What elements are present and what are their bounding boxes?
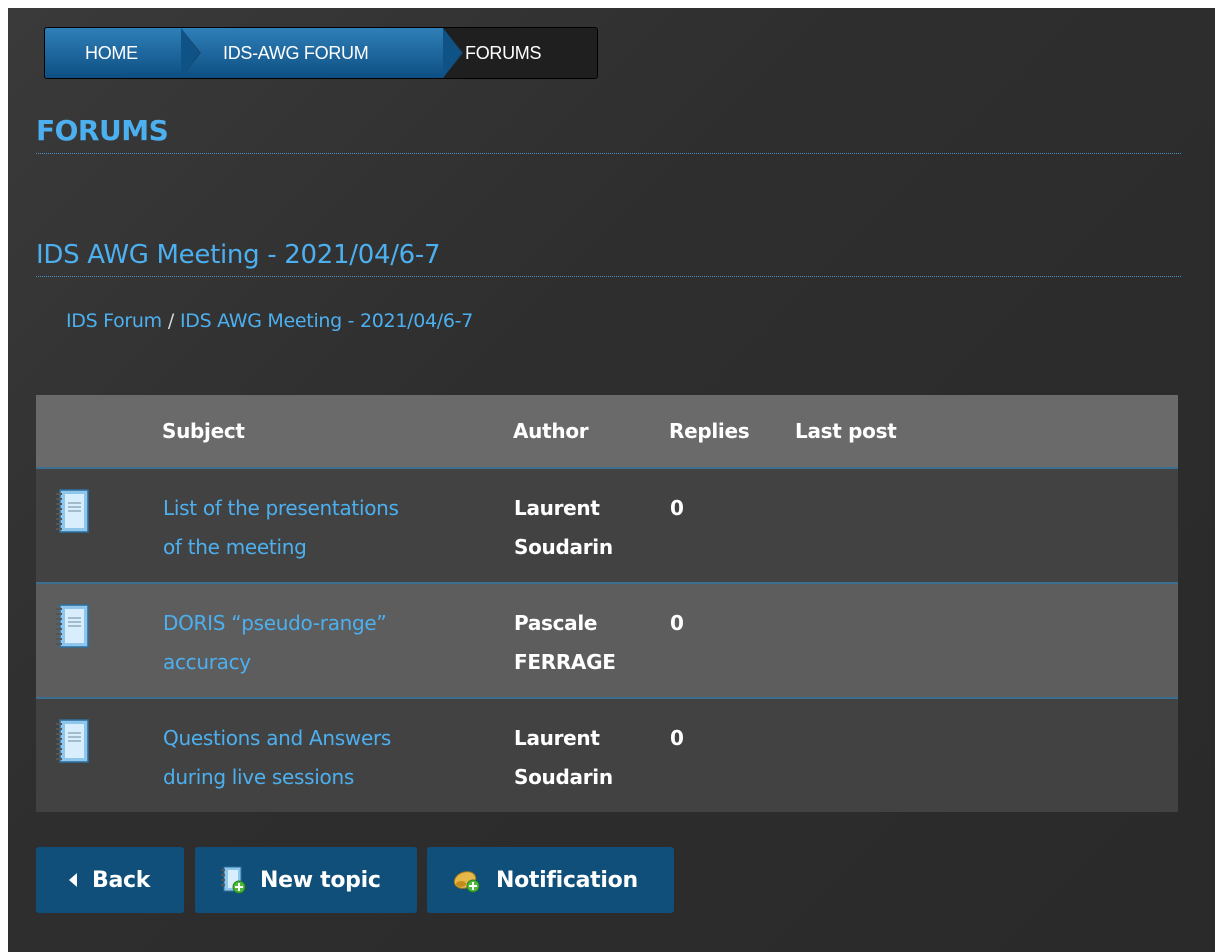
breadcrumb-label: IDS-AWG FORUM <box>223 42 369 63</box>
header-subject: Subject <box>162 395 513 469</box>
topic-link[interactable]: DORIS “pseudo-range” accuracy <box>163 611 387 674</box>
breadcrumb-ids-awg-forum[interactable]: IDS-AWG FORUM <box>181 28 463 78</box>
breadcrumb-label: HOME <box>85 42 138 63</box>
path-link-ids-forum[interactable]: IDS Forum <box>66 310 162 332</box>
table-row: DORIS “pseudo-range” accuracy Pascale FERR… <box>36 583 1178 699</box>
topic-last-post <box>795 583 1178 699</box>
header-author: Author <box>513 395 669 469</box>
breadcrumb-home[interactable]: HOME <box>45 28 201 78</box>
topic-last-post <box>795 698 1178 812</box>
path-separator: / <box>167 310 174 332</box>
new-topic-icon <box>220 865 246 895</box>
topic-link[interactable]: Questions and Answers during live session… <box>163 726 391 789</box>
forum-title: IDS AWG Meeting - 2021/04/6-7 <box>36 240 1181 277</box>
bell-plus-icon <box>452 866 482 894</box>
topic-replies: 0 <box>669 468 795 584</box>
breadcrumb: HOME IDS-AWG FORUM FORUMS <box>44 27 598 79</box>
page-frame: HOME IDS-AWG FORUM FORUMS FORUMS IDS AWG… <box>8 8 1215 952</box>
breadcrumb-label: FORUMS <box>465 42 542 63</box>
topics-table: Subject Author Replies Last post List of… <box>36 395 1178 812</box>
new-topic-button[interactable]: New topic <box>195 847 417 913</box>
table-header-row: Subject Author Replies Last post <box>36 395 1178 469</box>
table-row: List of the presentations of the meeting … <box>36 468 1178 584</box>
topic-replies: 0 <box>669 583 795 699</box>
back-button[interactable]: Back <box>36 847 184 913</box>
notification-button[interactable]: Notification <box>427 847 674 913</box>
triangle-left-icon <box>68 872 78 888</box>
path-link-meeting[interactable]: IDS AWG Meeting - 2021/04/6-7 <box>180 310 473 332</box>
page-title: FORUMS <box>36 114 1181 154</box>
topic-replies: 0 <box>669 698 795 812</box>
notebook-icon <box>56 489 89 533</box>
notebook-icon <box>56 604 89 648</box>
topic-author: Pascale FERRAGE <box>513 583 669 699</box>
notebook-icon <box>56 719 89 763</box>
table-row: Questions and Answers during live session… <box>36 698 1178 812</box>
breadcrumb-forums: FORUMS <box>443 28 597 78</box>
header-replies: Replies <box>669 395 795 469</box>
topic-author: Laurent Soudarin <box>513 468 669 584</box>
topic-last-post <box>795 468 1178 584</box>
topic-author: Laurent Soudarin <box>513 698 669 812</box>
topic-link[interactable]: List of the presentations of the meeting <box>163 496 399 559</box>
header-last-post: Last post <box>795 395 1178 469</box>
forum-path: IDS Forum / IDS AWG Meeting - 2021/04/6-7 <box>66 310 473 332</box>
